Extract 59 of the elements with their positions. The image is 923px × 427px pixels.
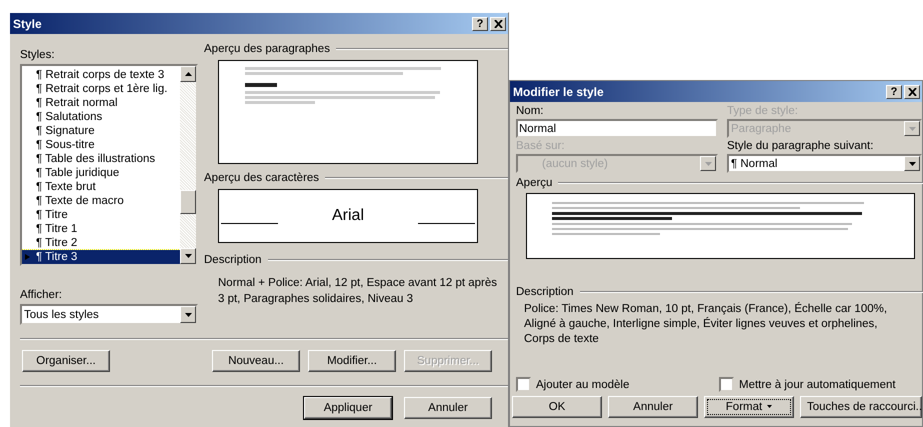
help-button[interactable]: ?	[472, 16, 488, 30]
dropdown-arrow-icon	[908, 126, 916, 130]
dialog-button[interactable]: Touches de raccourci...	[800, 396, 922, 418]
dialog-button[interactable]: Nouveau...	[212, 350, 300, 372]
style-list-item[interactable]: ¶ Signature	[22, 124, 180, 138]
field-label: Nom:	[516, 104, 544, 118]
group-label: Description	[516, 285, 574, 299]
close-icon	[494, 20, 502, 28]
dropdown-arrow-icon	[704, 162, 712, 166]
style-list-item[interactable]: ¶ Texte de macro	[22, 194, 180, 208]
font-sample: Arial	[330, 207, 365, 225]
style-description: Police: Times New Roman, 10 pt, Français (France), Échelle car 100%, Aligné à gauche, Interligne simple, Éviter lignes veuves et orphelines, Corps de texte	[524, 302, 888, 347]
style-list-item[interactable]: ¶ Texte brut	[22, 180, 180, 194]
checkbox[interactable]: Ajouter au modèle	[516, 377, 719, 392]
style-list-item[interactable]: ¶ Table juridique	[22, 166, 180, 180]
dropdown-arrow-icon	[184, 312, 192, 316]
style-list-item[interactable]: ¶ Titre 2	[22, 236, 180, 250]
checkbox[interactable]: Mettre à jour automatiquement	[719, 377, 922, 392]
style-list-item[interactable]: ¶ Salutations	[22, 110, 180, 124]
group-label: Aperçu	[516, 176, 552, 190]
close-button[interactable]	[490, 16, 506, 30]
dialog-button[interactable]: Appliquer	[304, 397, 392, 419]
name-field[interactable]: Normal	[516, 119, 718, 138]
show-label: Afficher:	[20, 288, 63, 302]
field-label: Style du paragraphe suivant:	[727, 139, 874, 153]
style-list-item[interactable]: ¶ Titre 3	[22, 250, 180, 264]
style-list-item[interactable]: ¶ Table des illustrations	[22, 152, 180, 166]
group-label: Aperçu des paragraphes	[204, 42, 330, 56]
up-arrow-icon	[184, 72, 192, 76]
styles-label: Styles:	[20, 48, 56, 62]
style-list-item[interactable]: ¶ Titre 1	[22, 222, 180, 236]
close-icon	[908, 88, 916, 96]
down-arrow-icon	[184, 254, 192, 258]
dialog-button[interactable]: Format	[704, 396, 794, 418]
scrollbar[interactable]	[180, 66, 196, 264]
window-title: Modifier le style	[513, 84, 604, 98]
dropdown[interactable]: ¶ Normal	[727, 154, 922, 173]
dialog-button[interactable]: Modifier...	[308, 350, 396, 372]
caret-icon	[767, 405, 772, 408]
style-list-item[interactable]: ¶ Retrait corps de texte 3	[22, 68, 180, 82]
show-dropdown[interactable]: Tous les styles	[20, 304, 198, 325]
close-button[interactable]	[904, 84, 920, 98]
scroll-up-button[interactable]	[180, 66, 196, 82]
group-label: Description	[204, 253, 262, 267]
scroll-thumb[interactable]	[180, 190, 196, 214]
dialog-button[interactable]: Organiser...	[22, 350, 110, 372]
group-label: Aperçu des caractères	[204, 171, 320, 185]
style-list-item[interactable]: ¶ Retrait normal	[22, 96, 180, 110]
style-list-item[interactable]: ¶ Sous-titre	[22, 138, 180, 152]
window-title: Style	[13, 16, 42, 30]
help-button[interactable]: ?	[886, 84, 902, 98]
style-description: Normal + Police: Arial, 12 pt, Espace avant 12 pt après 3 pt, Paragraphes solidaires, Niveau 3	[218, 276, 498, 307]
dropdown-arrow-icon	[908, 162, 916, 166]
scroll-down-button[interactable]	[180, 248, 196, 264]
dialog-button[interactable]: Annuler	[608, 396, 698, 418]
dialog-button[interactable]: Annuler	[404, 397, 492, 419]
style-list-item[interactable]: ¶ Titre	[22, 208, 180, 222]
dialog-button[interactable]: OK	[512, 396, 602, 418]
style-list-item[interactable]: ¶ Retrait corps et 1ère lig.	[22, 82, 180, 96]
